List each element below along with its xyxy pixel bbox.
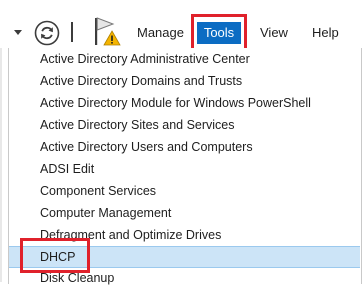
menu-help[interactable]: Help xyxy=(312,22,339,44)
window-edge xyxy=(0,48,2,282)
server-manager-toolbar: Manage Tools View Help xyxy=(0,0,363,52)
dhcp-highlight-box xyxy=(20,238,90,273)
menu-item-adsi-edit[interactable]: ADSI Edit xyxy=(40,159,94,179)
flag-warning-icon[interactable] xyxy=(92,17,122,47)
chevron-down-icon[interactable] xyxy=(14,30,22,35)
menu-item-ad-domains-trusts[interactable]: Active Directory Domains and Trusts xyxy=(40,71,242,91)
menu-item-ad-sites-services[interactable]: Active Directory Sites and Services xyxy=(40,115,235,135)
menu-tools[interactable]: Tools xyxy=(197,22,241,44)
toolbar-separator xyxy=(71,22,73,42)
menu-manage[interactable]: Manage xyxy=(137,22,184,44)
menu-item-component-services[interactable]: Component Services xyxy=(40,181,156,201)
menu-view[interactable]: View xyxy=(260,22,288,44)
menu-item-ad-users-computers[interactable]: Active Directory Users and Computers xyxy=(40,137,253,157)
refresh-icon[interactable] xyxy=(34,20,60,46)
menu-item-ad-powershell-module[interactable]: Active Directory Module for Windows Powe… xyxy=(40,93,311,113)
menu-item-ad-admin-center[interactable]: Active Directory Administrative Center xyxy=(40,49,250,69)
menu-item-computer-management[interactable]: Computer Management xyxy=(40,203,171,223)
